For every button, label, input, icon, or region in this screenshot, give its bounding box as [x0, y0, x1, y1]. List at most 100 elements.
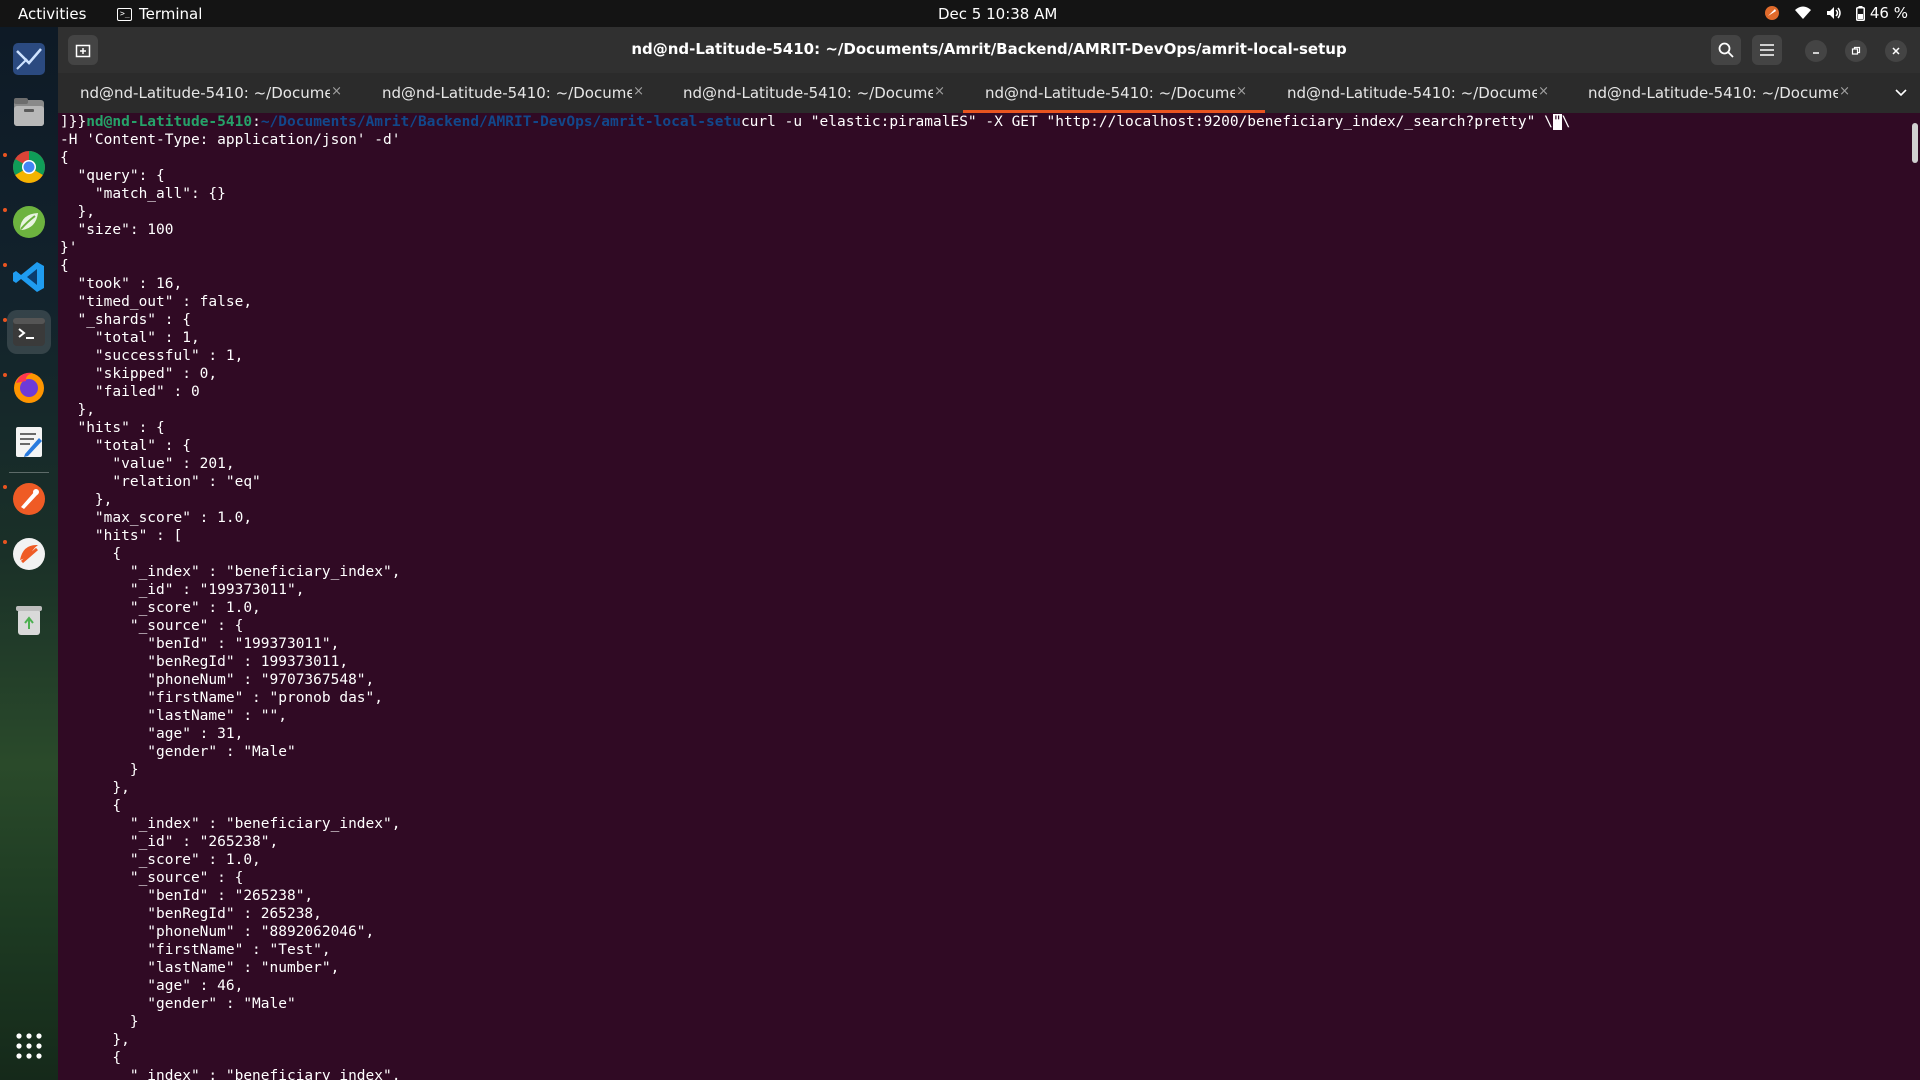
vscode-icon[interactable]: [7, 255, 51, 299]
text-cursor: ": [1552, 114, 1562, 130]
scrollbar[interactable]: [1912, 123, 1918, 163]
battery-indicator[interactable]: 46 %: [1855, 4, 1908, 22]
firefox-icon[interactable]: [7, 365, 51, 409]
output-line: },: [60, 204, 95, 220]
text-editor-icon[interactable]: [7, 420, 51, 464]
tab-close-icon[interactable]: ×: [934, 84, 945, 99]
cursor-trail: \: [1561, 114, 1571, 130]
prompt-user: nd@nd-Latitude-5410: [86, 114, 253, 130]
app-menu-label: Terminal: [139, 5, 203, 23]
output-line: "phoneNum" : "8892062046",: [60, 924, 375, 940]
terminal-tab[interactable]: nd@nd-Latitude-5410: ~/Docume... ×: [1265, 73, 1567, 113]
spring-tool-icon[interactable]: [7, 200, 51, 244]
minimize-icon: [1813, 52, 1819, 54]
tab-close-icon[interactable]: ×: [1839, 84, 1850, 99]
terminal-tab[interactable]: nd@nd-Latitude-5410: ~/Docume... ×: [360, 73, 662, 113]
tab-label: nd@nd-Latitude-5410: ~/Docume...: [80, 84, 330, 102]
battery-icon: [1855, 5, 1865, 21]
terminal-icon[interactable]: [7, 310, 51, 354]
output-line: "relation" : "eq": [60, 474, 261, 490]
tab-list-button[interactable]: [1894, 85, 1908, 103]
output-line: "_index" : "beneficiary_index",: [60, 1068, 401, 1080]
output-line: "skipped" : 0,: [60, 366, 218, 382]
search-icon: [1718, 42, 1734, 58]
output-line: "benRegId" : 199373011,: [60, 654, 349, 670]
output-line: {: [60, 150, 69, 166]
tab-close-icon[interactable]: ×: [1538, 84, 1549, 99]
window-title: nd@nd-Latitude-5410: ~/Documents/Amrit/B…: [631, 40, 1347, 58]
output-line: "gender" : "Male": [60, 996, 296, 1012]
clock[interactable]: Dec 5 10:38 AM: [938, 5, 1057, 23]
terminal-tab[interactable]: nd@nd-Latitude-5410: ~/Docume... ×: [58, 73, 360, 113]
terminal-tab[interactable]: nd@nd-Latitude-5410: ~/Docume... ×: [1566, 73, 1868, 113]
tab-close-icon[interactable]: ×: [633, 84, 644, 99]
output-line: "max_score" : 1.0,: [60, 510, 253, 526]
output-line: "successful" : 1,: [60, 348, 244, 364]
output-line: "hits" : {: [60, 420, 165, 436]
output-line: "failed" : 0: [60, 384, 200, 400]
chrome-icon[interactable]: [7, 145, 51, 189]
restore-button[interactable]: [1845, 40, 1867, 62]
top-bar: Activities >_ Terminal Dec 5 10:38 AM 46…: [0, 0, 1920, 27]
output-line: "hits" : [: [60, 528, 183, 544]
network-app-icon[interactable]: [7, 37, 51, 81]
output-line: "_index" : "beneficiary_index",: [60, 564, 401, 580]
terminal-tab-active[interactable]: nd@nd-Latitude-5410: ~/Docume... ×: [963, 73, 1265, 113]
postman-agent-icon[interactable]: [7, 532, 51, 576]
terminal-tab[interactable]: nd@nd-Latitude-5410: ~/Docume... ×: [661, 73, 963, 113]
terminal-output[interactable]: ]}}nd@nd-Latitude-5410:~/Documents/Amrit…: [58, 113, 1908, 1080]
activities-button[interactable]: Activities: [18, 5, 86, 23]
output-line: },: [60, 780, 130, 796]
postman-tray-icon[interactable]: [1764, 5, 1780, 21]
output-line: "benRegId" : 265238,: [60, 906, 322, 922]
output-line: "_source" : {: [60, 870, 244, 886]
tab-close-icon[interactable]: ×: [331, 84, 342, 99]
output-line: "_source" : {: [60, 618, 244, 634]
trash-icon[interactable]: [7, 597, 51, 641]
output-line: "query": {: [60, 168, 165, 184]
output-line: "benId" : "199373011",: [60, 636, 340, 652]
output-line: },: [60, 402, 95, 418]
output-line: }': [60, 240, 78, 256]
header-bar: nd@nd-Latitude-5410: ~/Documents/Amrit/B…: [58, 27, 1920, 73]
output-line: "gender" : "Male": [60, 744, 296, 760]
postman-icon[interactable]: [7, 477, 51, 521]
tab-label: nd@nd-Latitude-5410: ~/Docume...: [382, 84, 632, 102]
output-line: "_shards" : {: [60, 312, 191, 328]
output-line: "firstName" : "Test",: [60, 942, 331, 958]
output-line: {: [60, 1050, 122, 1066]
output-line: {: [60, 546, 122, 562]
output-line: "size": 100: [60, 222, 174, 238]
output-lines: -H 'Content-Type: application/json' -d' {…: [60, 131, 1908, 1080]
tab-label: nd@nd-Latitude-5410: ~/Docume...: [683, 84, 933, 102]
output-line: "_id" : "265238",: [60, 834, 279, 850]
output-line: "age" : 31,: [60, 726, 244, 742]
output-line: {: [60, 258, 69, 274]
files-icon[interactable]: [7, 90, 51, 134]
prompt-prefix: ]}}: [60, 114, 87, 130]
wifi-icon[interactable]: [1794, 6, 1812, 20]
output-line: "_score" : 1.0,: [60, 852, 261, 868]
output-line: {: [60, 798, 122, 814]
app-grid-icon[interactable]: [7, 1024, 51, 1068]
minimize-button[interactable]: [1805, 40, 1827, 62]
output-line: "total" : {: [60, 438, 191, 454]
menu-button[interactable]: [1752, 35, 1782, 65]
terminal-window: nd@nd-Latitude-5410: ~/Documents/Amrit/B…: [58, 27, 1920, 1080]
output-line: }: [60, 762, 139, 778]
app-menu[interactable]: >_ Terminal: [117, 5, 202, 23]
search-button[interactable]: [1711, 35, 1741, 65]
output-line: "lastName" : "",: [60, 708, 287, 724]
system-tray[interactable]: 46 %: [1764, 4, 1908, 22]
tab-label: nd@nd-Latitude-5410: ~/Docume...: [1287, 84, 1537, 102]
output-line: "age" : 46,: [60, 978, 244, 994]
tab-label: nd@nd-Latitude-5410: ~/Docume...: [1588, 84, 1838, 102]
tab-close-icon[interactable]: ×: [1236, 84, 1247, 99]
chevron-down-icon: [1895, 89, 1907, 97]
output-line: "_index" : "beneficiary_index",: [60, 816, 401, 832]
close-button[interactable]: [1885, 40, 1907, 62]
output-line: },: [60, 1032, 130, 1048]
volume-icon[interactable]: [1826, 6, 1842, 20]
terminal-app-icon: >_: [117, 7, 132, 21]
output-line: "took" : 16,: [60, 276, 183, 292]
